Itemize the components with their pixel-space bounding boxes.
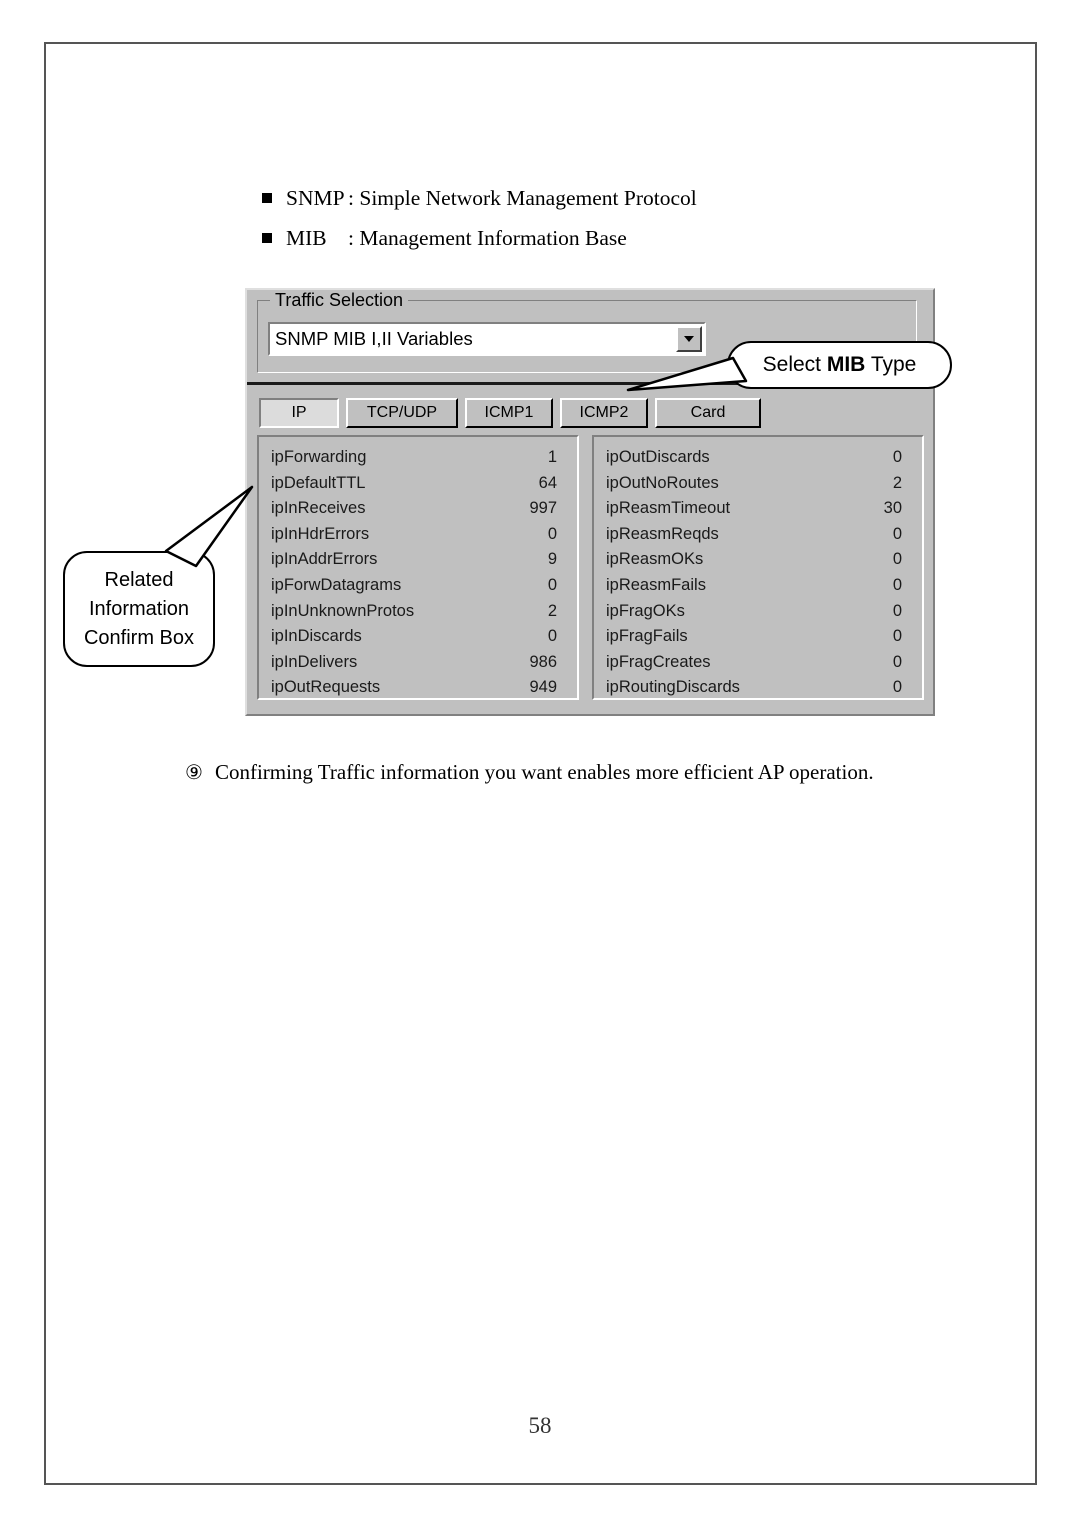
table-row: ipRoutingDiscards 0: [606, 675, 912, 701]
protocol-tab-strip: IP TCP/UDP ICMP1 ICMP2 Card: [259, 398, 761, 428]
mib-list-right: ipOutDiscards 0 ipOutNoRoutes 2 ipReasmTim…: [592, 435, 924, 700]
mib-variable-value: 2: [892, 473, 902, 492]
mib-variable-name: ipInDelivers: [271, 652, 358, 671]
mib-variable-value: 0: [892, 627, 902, 646]
tab-tcp-udp[interactable]: TCP/UDP: [346, 398, 458, 428]
callout-line-3: Confirm Box: [83, 626, 195, 649]
mib-variable-value: 1: [547, 448, 557, 466]
mib-variable-name: ipReasmOKs: [606, 550, 704, 569]
table-row: ipForwarding 1: [271, 445, 567, 471]
definition-separator: :: [348, 186, 360, 210]
callout-related-information: Related Information Confirm Box: [63, 551, 215, 667]
table-row: ipReasmReqds 0: [606, 522, 912, 548]
table-row: ipOutRequests 949: [271, 675, 567, 701]
callout-line-2: Information: [88, 597, 190, 620]
mib-variable-value: 0: [892, 524, 902, 543]
mib-variable-name: ipInUnknownProtos: [271, 601, 415, 620]
mib-variable-value: 64: [538, 473, 557, 492]
mib-variable-name: ipDefaultTTL: [271, 473, 366, 492]
table-row: ipFragCreates 0: [606, 650, 912, 676]
callout-line-1: Related: [104, 568, 174, 591]
footer-note: ⑨ Confirming Traffic information you wan…: [185, 760, 955, 785]
mib-variable-value: 0: [892, 550, 902, 569]
mib-variable-value: 986: [529, 652, 557, 671]
mib-type-combobox[interactable]: SNMP MIB I,II Variables: [268, 322, 706, 356]
mib-variable-value: 949: [529, 678, 557, 697]
table-row: ipOutDiscards 0: [606, 445, 912, 471]
definition-text: Simple Network Management Protocol: [359, 186, 697, 210]
table-row: ipInReceives 997: [271, 496, 567, 522]
mib-variable-name: ipInReceives: [271, 499, 366, 518]
tab-ip[interactable]: IP: [259, 398, 339, 428]
mib-list-left: ipForwarding 1 ipDefaultTTL 64 ipInReceive…: [257, 435, 579, 700]
filled-square-bullet-icon: [262, 233, 272, 243]
definition-list: SNMP : Simple Network Management Protoco…: [262, 186, 882, 266]
table-row: ipInUnknownProtos 2: [271, 599, 567, 625]
table-row: ipDefaultTTL 64: [271, 471, 567, 497]
mib-type-selected-value: SNMP MIB I,II Variables: [275, 328, 473, 349]
callout-text-emphasis: MIB: [826, 353, 866, 376]
callout-select-mib-type: Select MIB Type: [727, 341, 952, 389]
mib-variable-name: ipOutDiscards: [606, 448, 710, 466]
table-row: ipFragOKs 0: [606, 599, 912, 625]
mib-variable-name: ipReasmFails: [606, 575, 706, 594]
mib-variable-name: ipInHdrErrors: [271, 524, 370, 543]
filled-square-bullet-icon: [262, 193, 272, 203]
page-number: 58: [528, 1413, 552, 1438]
table-row: ipReasmFails 0: [606, 573, 912, 599]
mib-variable-name: ipForwDatagrams: [271, 575, 402, 594]
mib-variable-value: 2: [547, 601, 557, 620]
table-row: ipInDiscards 0: [271, 624, 567, 650]
mib-variable-name: ipReasmTimeout: [606, 499, 731, 518]
mib-variable-value: 0: [892, 601, 902, 620]
mib-variable-value: 0: [892, 448, 902, 466]
definition-separator: :: [348, 226, 360, 250]
mib-variable-value: 997: [529, 499, 557, 518]
tab-icmp1[interactable]: ICMP1: [465, 398, 553, 428]
chevron-down-icon[interactable]: [676, 326, 702, 352]
mib-variable-name: ipForwarding: [271, 448, 367, 466]
mib-variable-name: ipOutRequests: [271, 678, 381, 697]
definition-text: Management Information Base: [359, 226, 627, 250]
step-number-marker: ⑨: [185, 762, 203, 784]
mib-variable-name: ipReasmReqds: [606, 524, 719, 543]
mib-variable-name: ipInAddrErrors: [271, 550, 378, 569]
mib-variable-name: ipInDiscards: [271, 627, 362, 646]
list-item: SNMP : Simple Network Management Protoco…: [262, 186, 882, 211]
groupbox-legend: Traffic Selection: [270, 290, 409, 311]
mib-variable-name: ipRoutingDiscards: [606, 678, 740, 697]
table-row: ipInHdrErrors 0: [271, 522, 567, 548]
definition-term: SNMP: [286, 186, 345, 210]
table-row: ipInDelivers 986: [271, 650, 567, 676]
footer-note-text: Confirming Traffic information you want …: [214, 760, 874, 784]
mib-variable-value: 30: [883, 499, 902, 518]
mib-variable-name: ipFragOKs: [606, 601, 685, 620]
callout-text-suffix: Type: [865, 353, 917, 376]
mib-variable-name: ipFragCreates: [606, 652, 711, 671]
table-row: ipOutNoRoutes 2: [606, 471, 912, 497]
list-item: MIB : Management Information Base: [262, 226, 882, 251]
mib-variable-value: 0: [547, 627, 557, 646]
table-row: ipForwDatagrams 0: [271, 573, 567, 599]
mib-variable-value: 9: [547, 550, 557, 569]
tab-card[interactable]: Card: [655, 398, 761, 428]
callout-text-prefix: Select: [762, 353, 827, 376]
mib-variable-value: 0: [892, 652, 902, 671]
mib-variable-value: 0: [892, 678, 902, 697]
tab-icmp2[interactable]: ICMP2: [560, 398, 648, 428]
table-row: ipReasmOKs 0: [606, 547, 912, 573]
mib-variable-name: ipOutNoRoutes: [606, 473, 719, 492]
mib-variable-name: ipFragFails: [606, 627, 688, 646]
definition-term: MIB: [286, 226, 327, 250]
table-row: ipReasmTimeout 30: [606, 496, 912, 522]
mib-variable-value: 0: [892, 575, 902, 594]
mib-variable-value: 0: [547, 575, 557, 594]
mib-variable-value: 0: [547, 524, 557, 543]
table-row: ipFragFails 0: [606, 624, 912, 650]
table-row: ipInAddrErrors 9: [271, 547, 567, 573]
